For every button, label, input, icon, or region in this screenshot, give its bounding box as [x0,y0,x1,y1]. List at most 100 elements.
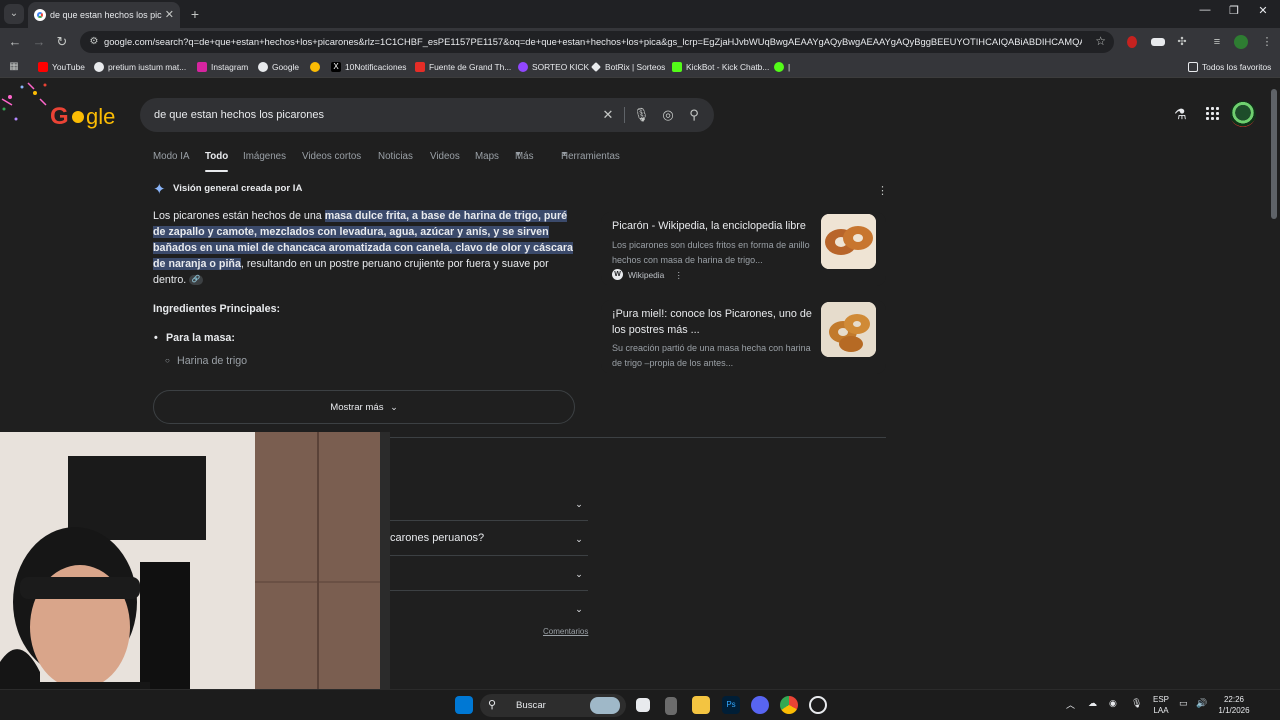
google-icon [258,62,268,72]
page-scrollbar[interactable] [1268,79,1280,689]
paa-question-3[interactable]: ⌄ [390,556,588,591]
bookmark-pretium[interactable]: pretium iustum mat... [94,60,186,74]
lens-search-icon[interactable]: ◎ [660,107,676,123]
cloud-icon[interactable]: ☁ [1088,698,1097,709]
close-window-button[interactable]: ✕ [1253,4,1273,17]
source-title[interactable]: ¡Pura miel!: conoce los Picarones, uno d… [612,306,812,338]
display-icon[interactable]: ▭ [1179,698,1188,709]
chrome-taskbar-icon[interactable] [780,696,798,714]
tab-search-button[interactable]: ⌄ [4,4,24,24]
taskbar-search[interactable]: ⚲ Buscar [480,694,626,717]
chrome-menu-icon[interactable]: ⋮ [1258,33,1276,51]
bookmark-instagram[interactable]: Instagram [197,60,248,74]
profile-avatar-icon[interactable] [1234,35,1248,49]
paa-question-2[interactable]: carones peruanos? ⌄ [390,521,588,556]
paa-question-1[interactable]: ⌄ [390,486,588,521]
tab-modo-ia[interactable]: Modo IA [153,151,190,162]
clear-search-icon[interactable]: ✕ [600,107,616,123]
masa-heading: Para la masa: [154,332,235,344]
chevron-down-icon[interactable]: ⌄ [572,602,586,616]
bookmark-google[interactable]: Google [258,60,299,74]
tab-imagenes[interactable]: Imágenes [243,151,286,162]
font-f-icon [415,62,425,72]
extension-card-icon[interactable] [1151,38,1165,46]
extensions-puzzle-icon[interactable]: ✣ [1173,33,1191,51]
all-bookmarks-folder[interactable]: Todos los favoritos [1188,60,1271,74]
scrollbar-thumb[interactable] [1271,89,1277,219]
close-tab-icon[interactable]: ✕ [165,2,174,28]
source-card-pura-miel[interactable]: ¡Pura miel!: conoce los Picarones, uno d… [601,300,886,374]
back-button[interactable]: ← [6,33,24,51]
new-tab-button[interactable]: + [186,5,204,23]
bookmark-sorteo-kick[interactable]: SORTEO KICK [518,60,589,74]
tab-todo[interactable]: Todo [205,151,228,162]
more-options-icon[interactable]: ⋮ [877,184,888,197]
labs-flask-icon[interactable]: ⚗ [1174,106,1187,123]
clock[interactable]: 22:26 1/1/2026 [1214,694,1254,716]
link-chip-icon[interactable]: 🔗 [189,275,204,286]
extension-red-icon[interactable] [1127,36,1137,48]
task-view-icon[interactable] [636,698,650,712]
chevron-down-icon[interactable]: ⌄ [572,532,586,546]
app-settings-icon[interactable] [809,696,827,714]
search-query[interactable]: de que estan hechos los picarones [154,98,324,132]
bookmark-youtube[interactable]: YouTube [38,60,85,74]
network-app-icon[interactable]: ◉ [1109,698,1117,709]
search-box[interactable]: de que estan hechos los picarones ✕ 🎙 ◎ … [140,98,714,132]
active-tab-indicator [205,170,228,172]
start-windows-icon[interactable] [455,696,473,714]
volume-icon[interactable]: 🔊 [1196,698,1207,709]
active-tab[interactable]: de que estan hechos los picarones ✕ [28,2,180,28]
diamond-icon [591,62,601,72]
webcam-overlay [0,432,390,720]
language-indicator[interactable]: ESP LAA [1150,694,1172,716]
bookmark-extra[interactable]: | [774,60,790,74]
file-explorer-icon[interactable] [692,696,710,714]
bookmark-pinwheel[interactable] [310,60,324,74]
photoshop-icon[interactable]: Ps [722,696,740,714]
app-tablet-icon[interactable] [665,697,677,715]
feedback-link[interactable]: Comentarios [543,627,588,636]
reading-list-icon[interactable]: ≡ [1208,33,1226,51]
account-avatar[interactable] [1230,101,1256,127]
tab-videos-cortos[interactable]: Videos cortos [302,151,361,162]
more-vertical-icon[interactable]: ⋮ [675,270,683,280]
source-title[interactable]: Picarón - Wikipedia, la enciclopedia lib… [612,218,812,234]
chevron-down-icon[interactable]: ⌄ [572,497,586,511]
bookmark-10notificaciones[interactable]: X 10Notificaciones [331,60,406,74]
picarones-thumbnail[interactable] [821,214,876,269]
picarones-thumbnail[interactable] [821,302,876,357]
bookmark-label: Todos los favoritos [1202,62,1272,72]
bookmark-label: Google [272,62,300,72]
google-apps-icon[interactable] [1206,107,1220,121]
source-snippet: Los picarones son dulces fritos en forma… [612,240,810,265]
browser-toolbar: ← → ↻ ⚙ google.com/search?q=de+que+estan… [0,28,1280,56]
search-icon[interactable]: ⚲ [686,107,702,123]
url-text[interactable]: google.com/search?q=de+que+estan+hechos+… [104,31,1082,53]
forward-button[interactable]: → [30,33,48,51]
bookmark-fuente-gta[interactable]: Fuente de Grand Th... [415,60,511,74]
discord-icon[interactable] [751,696,769,714]
restore-button[interactable]: ❐ [1224,4,1244,17]
bookmark-star-icon[interactable]: ☆ [1095,34,1106,48]
paa-question-text: carones peruanos? [390,532,485,544]
source-card-wikipedia[interactable]: Picarón - Wikipedia, la enciclopedia lib… [601,212,886,286]
tab-maps[interactable]: Maps [475,151,499,162]
minimize-button[interactable]: — [1195,4,1215,16]
voice-search-icon[interactable]: 🎙 [633,107,650,123]
site-info-icon[interactable]: ⚙ [86,34,102,50]
tab-videos[interactable]: Videos [430,151,460,162]
tab-herramientas-label: Herramientas [561,151,620,162]
apps-grid-icon[interactable]: ▦ [5,58,23,76]
chevron-down-icon[interactable]: ⌄ [572,567,586,581]
google-doodle-logo[interactable]: G gle [0,79,130,149]
microphone-icon[interactable]: 🎙 [1131,698,1142,709]
tab-noticias[interactable]: Noticias [378,151,413,162]
reload-button[interactable]: ↻ [53,33,71,51]
show-more-button[interactable]: Mostrar más ⌄ [153,390,575,424]
bookmark-kickbot[interactable]: KickBot - Kick Chatb... [672,60,769,74]
paa-question-4[interactable]: ⌄ [390,591,588,626]
bookmark-botrix[interactable]: BotRix | Sorteos [591,60,665,74]
tray-chevron-icon[interactable]: ︿ [1066,698,1075,711]
address-bar[interactable]: ⚙ google.com/search?q=de+que+estan+hecho… [80,31,1114,53]
